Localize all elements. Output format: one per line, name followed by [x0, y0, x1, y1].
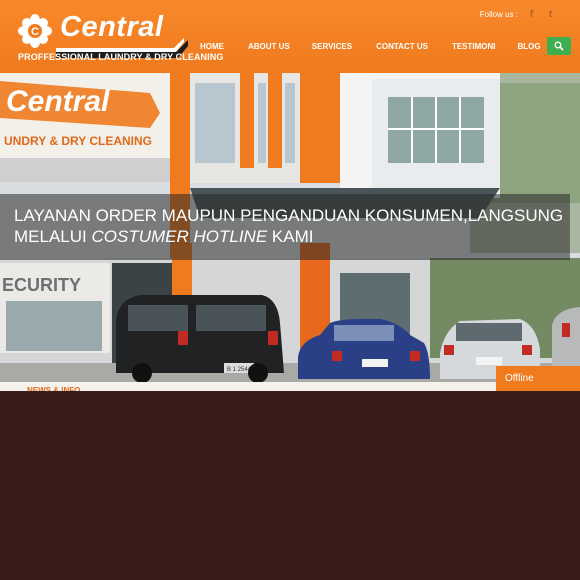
site-logo[interactable]: C Central PROFFESSIONAL LAUNDRY & DRY CL… [18, 11, 223, 64]
nav-about-us[interactable]: ABOUT US [248, 42, 290, 51]
site-header: C Central PROFFESSIONAL LAUNDRY & DRY CL… [0, 0, 580, 73]
photo-sign-tagline: UNDRY & DRY CLEANING [4, 134, 152, 148]
flower-logo-icon: C [18, 14, 52, 48]
nav-services[interactable]: SERVICES [312, 42, 352, 51]
nav-home[interactable]: HOME [200, 42, 224, 51]
nav-contact-us[interactable]: CONTACT US [376, 42, 428, 51]
nav-testimoni[interactable]: TESTIMONI [452, 42, 496, 51]
follow-us: Follow us : f t [480, 6, 556, 22]
brand-tagline: PROFFESSIONAL LAUNDRY & DRY CLEANING [18, 52, 224, 62]
hero-caption-line2-suffix: KAMI [267, 227, 314, 246]
hero-caption-line2-prefix: MELALUI [14, 227, 92, 246]
hero-caption-hotline: COSTUMER HOTLINE [91, 227, 268, 246]
brand-name: Central [60, 11, 164, 43]
photo-plate: B 1 2544 [227, 367, 252, 373]
content-strip [0, 382, 580, 391]
news-heading: NEWS & INFO [27, 386, 81, 391]
search-button[interactable] [547, 37, 571, 55]
chat-offline-tab[interactable]: Offline [496, 366, 580, 391]
hero-caption-line1: LAYANAN ORDER MAUPUN PENGANDUAN KONSUMEN… [14, 206, 564, 225]
photo-sign-name: Central [6, 85, 110, 118]
hero-slider[interactable]: Central UNDRY & DRY CLEANING ECURITY B 1… [0, 73, 580, 382]
search-icon [554, 41, 564, 51]
facebook-icon[interactable]: f [526, 9, 537, 20]
hero-caption-text: LAYANAN ORDER MAUPUN PENGANDUAN KONSUMEN… [14, 205, 564, 247]
svg-text:C: C [31, 26, 39, 38]
main-nav: HOME ABOUT US SERVICES CONTACT US TESTIM… [200, 38, 563, 54]
photo-security-sign: ECURITY [2, 275, 81, 295]
twitter-icon[interactable]: t [545, 9, 556, 20]
nav-blog[interactable]: BLOG [518, 42, 541, 51]
follow-us-label: Follow us : [479, 9, 518, 19]
hero-caption: LAYANAN ORDER MAUPUN PENGANDUAN KONSUMEN… [0, 194, 570, 260]
